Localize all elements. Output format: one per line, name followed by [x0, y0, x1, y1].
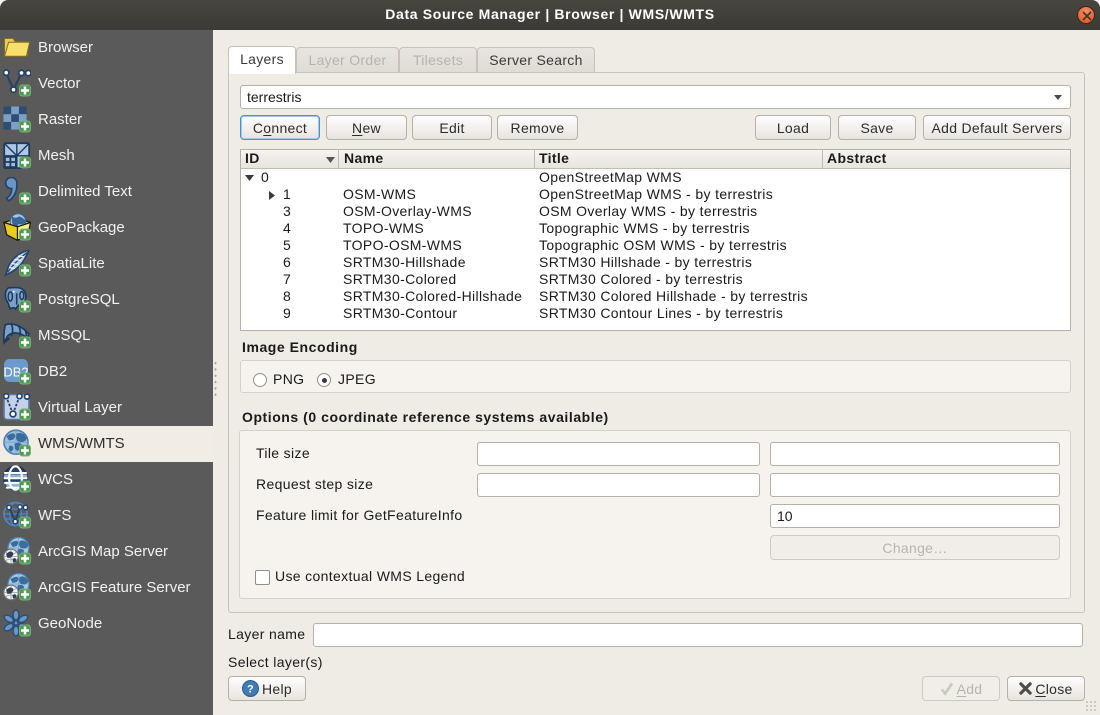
- svg-text:?: ?: [247, 684, 254, 696]
